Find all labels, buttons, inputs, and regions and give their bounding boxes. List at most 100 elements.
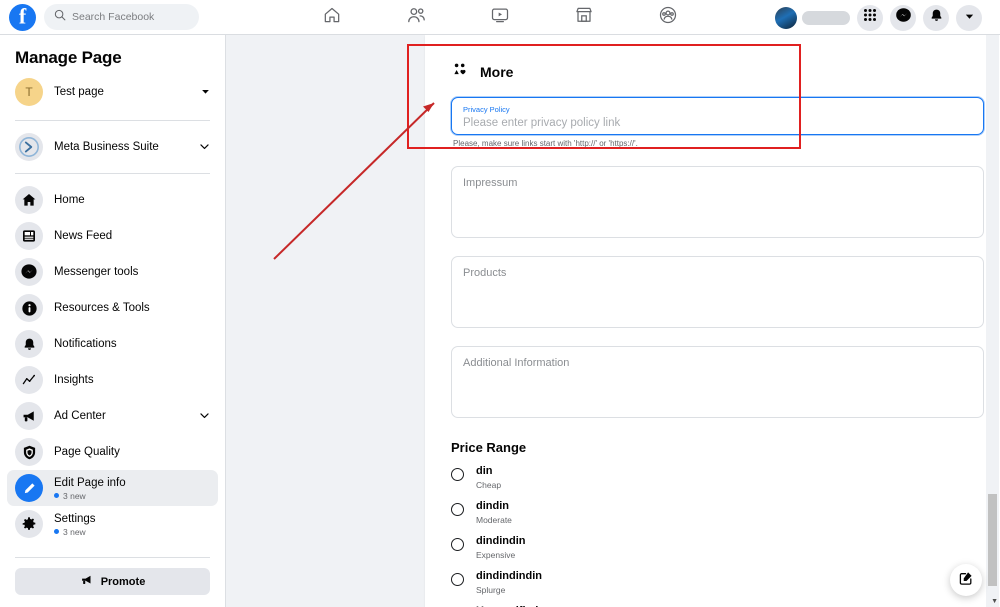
nav-tab-groups[interactable]	[638, 2, 698, 33]
page-name-label: Test page	[54, 86, 104, 98]
messenger-icon	[15, 258, 43, 286]
topbar-left-group	[0, 3, 199, 31]
new-indicator-dot	[54, 493, 59, 498]
sidebar-item-badge: 3 new	[54, 491, 210, 501]
more-shapes-icon	[452, 61, 469, 83]
chevron-down-icon	[964, 9, 975, 27]
menu-grid-button[interactable]	[857, 4, 883, 31]
sidebar-item-news-feed[interactable]: News Feed	[7, 218, 218, 254]
radio-button[interactable]	[451, 503, 464, 516]
chevron-down-icon	[199, 141, 210, 154]
price-option-label: dindindin	[476, 535, 526, 547]
price-option-text: dindindindin Splurge	[476, 569, 542, 596]
price-option-text: din Cheap	[476, 464, 501, 491]
privacy-policy-label: Privacy Policy	[463, 105, 510, 114]
left-sidebar: Manage Page T Test page Meta Business Su…	[0, 35, 226, 607]
additional-information-textarea[interactable]	[463, 357, 972, 407]
scrollbar-thumb[interactable]	[988, 494, 997, 586]
price-range-option-unspecified[interactable]: Unspecified Choose if you do not wish to…	[451, 600, 984, 607]
sidebar-item-insights[interactable]: Insights	[7, 362, 218, 398]
products-field[interactable]	[451, 256, 984, 328]
sidebar-item-text: Meta Business Suite	[54, 140, 188, 154]
nav-tab-friends[interactable]	[386, 2, 446, 33]
sidebar-divider-top	[15, 120, 210, 121]
sidebar-item-label: News Feed	[54, 230, 113, 242]
section-title: More	[480, 64, 514, 80]
main-content-area: More Privacy Policy Please, make sure li…	[226, 35, 1000, 607]
nav-tab-home[interactable]	[302, 2, 362, 33]
nav-tab-watch[interactable]	[470, 2, 530, 33]
edit-page-info-card: More Privacy Policy Please, make sure li…	[425, 35, 1000, 607]
page-selector[interactable]: T Test page	[7, 72, 218, 112]
meta-business-suite-icon	[15, 133, 43, 161]
sidebar-item-page-quality[interactable]: Page Quality	[7, 434, 218, 470]
grid-menu-icon	[863, 8, 877, 27]
price-option-text: dindin Moderate	[476, 499, 512, 526]
sidebar-item-label: Settings	[54, 512, 96, 525]
megaphone-icon	[15, 402, 43, 430]
sidebar-item-home[interactable]: Home	[7, 182, 218, 218]
privacy-policy-helper-text: Please, make sure links start with 'http…	[453, 139, 638, 148]
news-feed-icon	[15, 222, 43, 250]
sidebar-item-meta-business-suite[interactable]: Meta Business Suite	[7, 129, 218, 165]
chevron-down-icon	[199, 410, 210, 423]
friends-icon	[406, 5, 427, 31]
price-range-option-dindin[interactable]: dindin Moderate	[451, 495, 984, 530]
sidebar-item-settings[interactable]: Settings 3 new	[7, 506, 218, 542]
privacy-policy-input[interactable]	[463, 115, 972, 131]
compose-fab-button[interactable]	[950, 564, 982, 596]
impressum-field[interactable]	[451, 166, 984, 238]
radio-button[interactable]	[451, 538, 464, 551]
topbar-nav-tabs	[290, 0, 710, 35]
radio-button[interactable]	[451, 468, 464, 481]
facebook-page-settings-screen: Manage Page T Test page Meta Business Su…	[0, 0, 1000, 607]
impressum-textarea[interactable]	[463, 177, 972, 227]
pencil-edit-icon	[15, 474, 43, 502]
scroll-down-arrow-icon[interactable]: ▼	[991, 598, 998, 605]
bell-icon	[929, 8, 944, 28]
messenger-button[interactable]	[890, 4, 916, 31]
privacy-policy-field[interactable]: Privacy Policy	[451, 97, 984, 135]
vertical-scrollbar[interactable]	[986, 35, 999, 607]
radio-button[interactable]	[451, 573, 464, 586]
home-icon	[15, 186, 43, 214]
caret-down-icon	[201, 87, 210, 98]
price-option-label: din	[476, 465, 493, 477]
sidebar-footer: Promote	[0, 543, 225, 595]
sidebar-item-resources-and-tools[interactable]: Resources & Tools	[7, 290, 218, 326]
sidebar-divider-bottom	[15, 557, 210, 558]
sidebar-item-label: Notifications	[54, 338, 117, 350]
profile-shortcut[interactable]	[775, 6, 850, 29]
price-option-label: dindindindin	[476, 570, 542, 582]
marketplace-shop-icon	[574, 5, 594, 30]
facebook-logo-icon[interactable]	[9, 3, 36, 31]
price-range-option-din[interactable]: din Cheap	[451, 460, 984, 495]
price-range-option-dindindindin[interactable]: dindindindin Splurge	[451, 565, 984, 600]
megaphone-icon	[80, 573, 94, 590]
page-avatar: T	[15, 78, 43, 106]
new-indicator-dot	[54, 529, 59, 534]
gear-icon	[15, 510, 43, 538]
insights-chart-icon	[15, 366, 43, 394]
account-menu-button[interactable]	[956, 4, 982, 31]
promote-button[interactable]: Promote	[15, 568, 210, 595]
nav-tab-marketplace[interactable]	[554, 2, 614, 33]
additional-information-field[interactable]	[451, 346, 984, 418]
sidebar-item-label: Insights	[54, 374, 94, 386]
price-range-option-dindindin[interactable]: dindindin Expensive	[451, 530, 984, 565]
sidebar-item-label: Edit Page info	[54, 476, 126, 489]
sidebar-item-edit-page-info[interactable]: Edit Page info 3 new	[7, 470, 218, 506]
search-icon	[54, 8, 66, 26]
price-option-sub: Expensive	[476, 550, 516, 560]
search-input[interactable]	[72, 11, 192, 23]
sidebar-item-label: Page Quality	[54, 446, 120, 458]
sidebar-item-notifications[interactable]: Notifications	[7, 326, 218, 362]
products-textarea[interactable]	[463, 267, 972, 317]
sidebar-item-messenger-tools[interactable]: Messenger tools	[7, 254, 218, 290]
promote-button-label: Promote	[100, 575, 146, 588]
price-option-text: dindindin Expensive	[476, 534, 525, 561]
sidebar-item-ad-center[interactable]: Ad Center	[7, 398, 218, 434]
search-box[interactable]	[44, 4, 199, 30]
notifications-button[interactable]	[923, 4, 949, 31]
messenger-icon	[895, 7, 912, 29]
